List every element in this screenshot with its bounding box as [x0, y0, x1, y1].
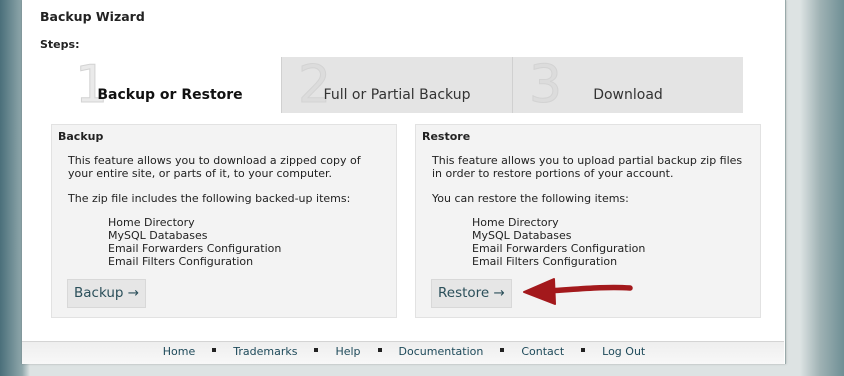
backup-description: This feature allows you to download a zi…	[68, 154, 361, 180]
restore-items-list: Home Directory MySQL Databases Email For…	[472, 216, 645, 268]
bullet-separator-icon	[500, 348, 505, 352]
tab-label: Download	[593, 87, 663, 103]
bullet-separator-icon	[581, 348, 586, 352]
footer-link-documentation[interactable]: Documentation	[399, 345, 484, 358]
red-arrow-icon	[523, 278, 633, 305]
list-item: Email Filters Configuration	[108, 255, 254, 268]
footer-links: Home Trademarks Help Documentation Contact Lo…	[22, 345, 786, 358]
step-3-number-icon: 3	[528, 55, 563, 115]
restore-description: This feature allows you to upload partia…	[432, 154, 743, 180]
tab-download[interactable]: 3 Download	[512, 57, 743, 113]
footer-link-trademarks[interactable]: Trademarks	[233, 345, 297, 358]
footer-link-contact[interactable]: Contact	[521, 345, 564, 358]
footer-link-home[interactable]: Home	[163, 345, 195, 358]
list-item: Home Directory	[472, 216, 559, 229]
backup-items-list: Home Directory MySQL Databases Email For…	[108, 216, 281, 268]
restore-button[interactable]: Restore →	[431, 279, 512, 308]
backup-button[interactable]: Backup →	[67, 279, 147, 308]
tab-label: Full or Partial Backup	[323, 87, 471, 103]
step-1-number-icon: 1	[74, 55, 109, 115]
step-2-number-icon: 2	[297, 55, 332, 115]
restore-items-intro: You can restore the following items:	[432, 192, 629, 205]
backup-section: Backup This feature allows you to downlo…	[51, 124, 397, 318]
list-item: Email Forwarders Configuration	[108, 242, 282, 255]
bullet-separator-icon	[377, 348, 382, 352]
footer-link-log-out[interactable]: Log Out	[602, 345, 645, 358]
list-item: Email Filters Configuration	[472, 255, 618, 268]
backup-heading: Backup	[58, 130, 104, 143]
list-item: Email Forwarders Configuration	[472, 242, 646, 255]
tab-backup-or-restore[interactable]: 1 Backup or Restore	[59, 57, 281, 113]
list-item: MySQL Databases	[108, 229, 208, 242]
steps-label: Steps:	[40, 38, 80, 51]
restore-heading: Restore	[422, 130, 471, 143]
tab-full-or-partial-backup[interactable]: 2 Full or Partial Backup	[281, 57, 512, 113]
footer-link-help[interactable]: Help	[335, 345, 360, 358]
bullet-separator-icon	[314, 348, 319, 352]
backup-items-intro: The zip file includes the following back…	[68, 192, 351, 205]
tab-label: Backup or Restore	[97, 87, 243, 103]
list-item: MySQL Databases	[472, 229, 572, 242]
backup-wizard-panel: Backup Wizard Steps: 1 Backup or Restore…	[22, 0, 786, 364]
bullet-separator-icon	[212, 348, 217, 352]
list-item: Home Directory	[108, 216, 195, 229]
page-title: Backup Wizard	[40, 9, 145, 24]
